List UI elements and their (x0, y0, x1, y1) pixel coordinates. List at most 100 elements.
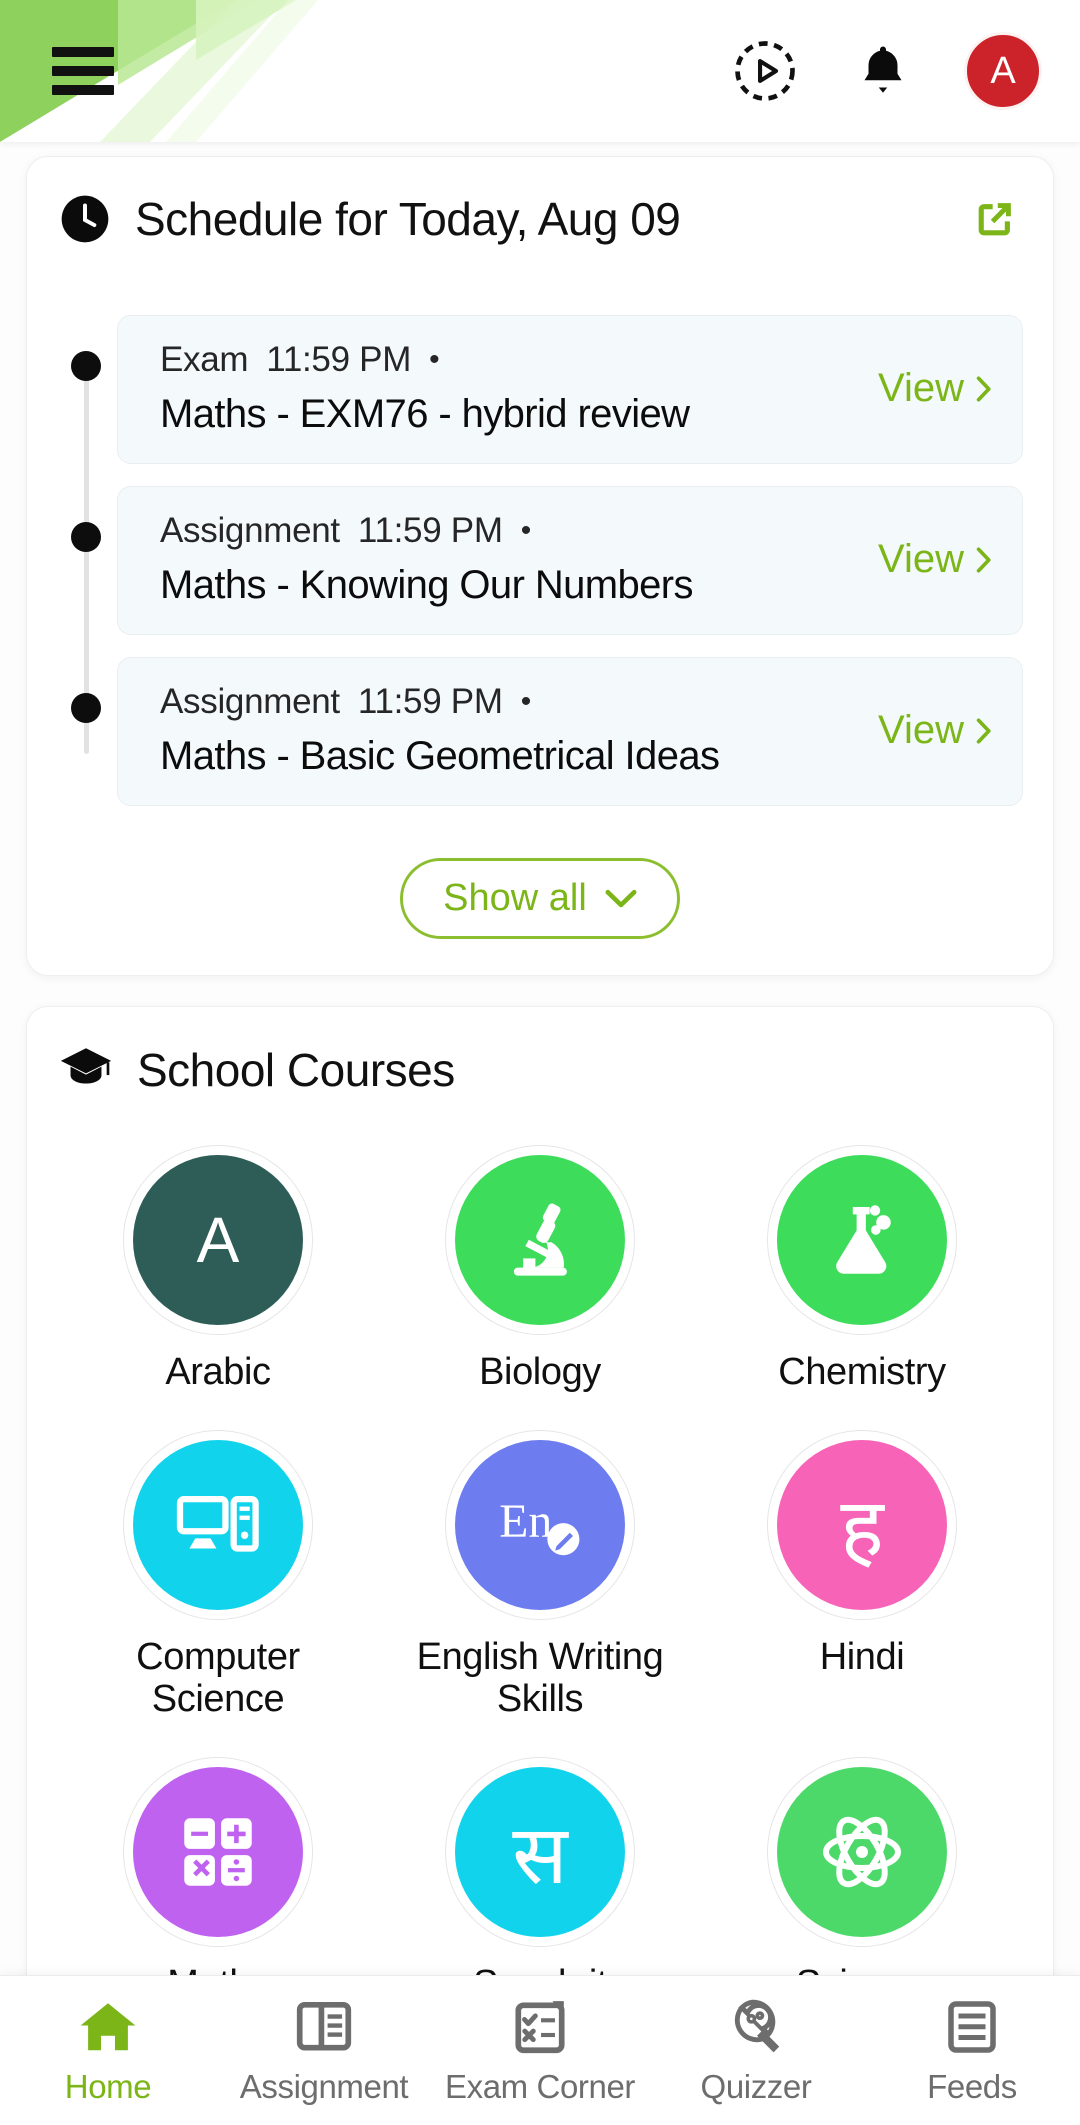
hamburger-menu-icon[interactable] (52, 47, 114, 95)
courses-grid: A Arabic Biology Chemistry Computer Scie… (57, 1155, 1023, 1975)
en-pencil-icon: En (499, 1495, 580, 1555)
course-label: Chemistry (778, 1351, 946, 1393)
course-item-science[interactable]: Science (701, 1766, 1023, 1975)
chevron-right-icon (976, 717, 991, 744)
external-link-icon[interactable] (967, 191, 1023, 247)
courses-card-header: School Courses (57, 1041, 1023, 1099)
course-item-arabic[interactable]: A Arabic (57, 1155, 379, 1394)
schedule-item-bullet: • (520, 685, 532, 718)
devanagari-ha-icon: ह (840, 1482, 884, 1574)
schedule-title: Schedule for Today, Aug 09 (135, 193, 681, 245)
view-button[interactable]: View (868, 366, 992, 411)
school-courses-card: School Courses A Arabic Biology Chemistr… (26, 1006, 1054, 1975)
schedule-item-bullet: • (429, 343, 440, 376)
course-item-english-writing-skills[interactable]: En English Writing Skills (379, 1439, 701, 1721)
nav-label: Assignment (239, 2067, 409, 2105)
course-label: Computer Science (136, 1635, 300, 1721)
course-item-biology[interactable]: Biology (379, 1155, 701, 1394)
bottom-navigation: Home Assignment Exam Corner Quizzer Feed… (0, 1975, 1080, 2125)
header-actions: A (728, 32, 1042, 110)
schedule-item-type: Assignment (160, 511, 340, 550)
course-label: Maths (167, 1963, 269, 1975)
chevron-right-icon (976, 375, 991, 402)
schedule-item-meta: Exam 11:59 PM • (160, 340, 856, 380)
schedule-item-type: Assignment (160, 682, 340, 721)
schedule-row: Exam 11:59 PM • Maths - EXM76 - hybrid r… (71, 315, 1023, 464)
nav-item-exam-corner[interactable]: Exam Corner (432, 1996, 648, 2106)
schedule-item-type: Exam (160, 340, 249, 379)
course-label: Arabic (165, 1351, 271, 1393)
corner-decoration (0, 0, 318, 142)
schedule-row: Assignment 11:59 PM • Maths - Knowing Ou… (71, 486, 1023, 635)
schedule-item-title: Maths - EXM76 - hybrid review (160, 392, 690, 436)
nav-item-quizzer[interactable]: Quizzer (648, 1996, 864, 2106)
schedule-card: Schedule for Today, Aug 09 Exam 11:59 PM… (26, 156, 1054, 976)
show-all-button[interactable]: Show all (400, 858, 680, 939)
schedule-item-time: 11:59 PM (266, 340, 412, 379)
course-icon-circle (777, 1155, 947, 1325)
clock-icon (61, 195, 109, 243)
schedule-item-meta: Assignment 11:59 PM • (160, 682, 856, 722)
nav-item-home[interactable]: Home (0, 1996, 216, 2106)
course-item-maths[interactable]: Maths (57, 1766, 379, 1975)
schedule-item-texts: Exam 11:59 PM • Maths - EXM76 - hybrid r… (160, 340, 856, 437)
schedule-item-title: Maths - Knowing Our Numbers (160, 563, 693, 607)
nav-item-feeds[interactable]: Feeds (864, 1996, 1080, 2106)
schedule-item-time: 11:59 PM (357, 511, 503, 550)
nav-label: Feeds (927, 2067, 1017, 2105)
nav-label: Quizzer (700, 2067, 812, 2105)
timeline-dot (71, 522, 101, 552)
nav-item-assignment[interactable]: Assignment (216, 1996, 432, 2106)
view-button[interactable]: View (868, 537, 992, 582)
main-scroll-area[interactable]: Schedule for Today, Aug 09 Exam 11:59 PM… (0, 142, 1080, 1975)
schedule-item[interactable]: Exam 11:59 PM • Maths - EXM76 - hybrid r… (117, 315, 1023, 464)
course-icon-circle: En (455, 1439, 625, 1610)
timeline-dot (71, 351, 101, 381)
home-icon (80, 2002, 136, 2050)
course-item-sanskrit[interactable]: स Sanskrit (379, 1766, 701, 1975)
schedule-item-texts: Assignment 11:59 PM • Maths - Basic Geom… (160, 682, 856, 779)
show-all-wrapper: Show all (57, 858, 1023, 939)
avatar-initial: A (990, 49, 1016, 92)
nav-label: Exam Corner (445, 2067, 635, 2105)
course-icon-circle (777, 1766, 947, 1937)
schedule-item[interactable]: Assignment 11:59 PM • Maths - Knowing Ou… (117, 486, 1023, 635)
schedule-item-bullet: • (520, 514, 532, 547)
course-label: Hindi (819, 1635, 905, 1678)
view-button-label: View (878, 708, 964, 752)
app-header: A (0, 0, 1080, 142)
course-item-hindi[interactable]: ह Hindi (701, 1439, 1023, 1721)
desktop-computer-icon (176, 1495, 259, 1552)
course-icon-circle (133, 1439, 303, 1610)
chevron-right-icon (976, 546, 991, 573)
avatar[interactable]: A (964, 32, 1042, 110)
view-button[interactable]: View (868, 708, 992, 753)
view-button-label: View (878, 366, 964, 410)
course-icon-circle: ह (777, 1439, 947, 1610)
schedule-item[interactable]: Assignment 11:59 PM • Maths - Basic Geom… (117, 657, 1023, 806)
course-icon-circle (133, 1766, 303, 1937)
schedule-card-header: Schedule for Today, Aug 09 (57, 191, 1023, 247)
timeline-dot (71, 693, 101, 723)
course-item-computer-science[interactable]: Computer Science (57, 1439, 379, 1721)
book-icon (296, 2001, 352, 2051)
view-button-label: View (878, 537, 964, 581)
clipboard-icon (515, 2000, 565, 2053)
schedule-item-meta: Assignment 11:59 PM • (160, 511, 856, 551)
svg-text:En: En (499, 1495, 552, 1547)
course-label: English Writing Skills (416, 1635, 664, 1721)
play-circle-icon[interactable] (728, 34, 802, 108)
nav-label: Home (64, 2067, 152, 2105)
devanagari-sa-icon: स (512, 1809, 568, 1901)
schedule-row: Assignment 11:59 PM • Maths - Basic Geom… (71, 657, 1023, 806)
course-icon-circle (455, 1155, 625, 1325)
courses-title: School Courses (137, 1044, 455, 1096)
course-label: Sanskrit (473, 1963, 607, 1975)
course-item-chemistry[interactable]: Chemistry (701, 1155, 1023, 1394)
schedule-item-time: 11:59 PM (357, 682, 503, 721)
schedule-item-title: Maths - Basic Geometrical Ideas (160, 734, 720, 778)
lightbulb-icon (734, 1999, 780, 2052)
calculator-icon (184, 1817, 252, 1886)
notification-bell-icon[interactable] (846, 34, 920, 108)
course-label: Science (796, 1963, 929, 1975)
